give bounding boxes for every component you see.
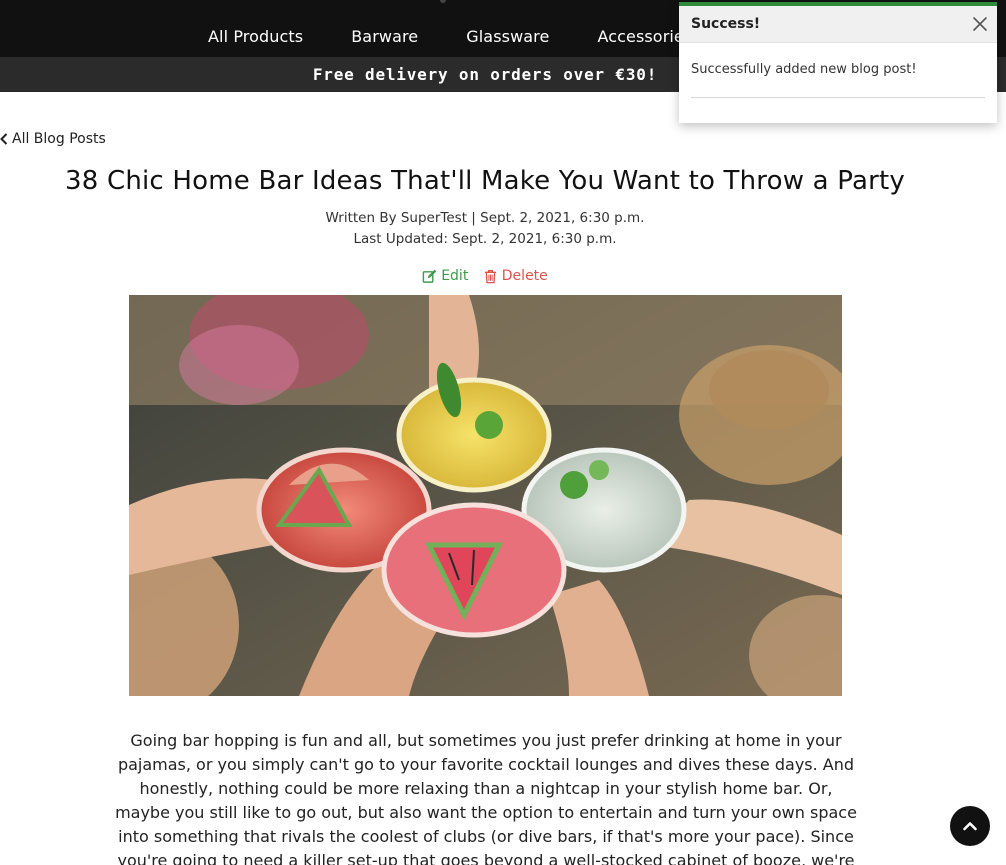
scroll-to-top-button[interactable]	[950, 806, 990, 846]
trash-icon	[484, 269, 496, 283]
post-title: 38 Chic Home Bar Ideas That'll Make You …	[65, 166, 905, 196]
toast-divider	[691, 97, 985, 98]
logo-fragment	[440, 0, 446, 3]
success-toast: Success! Successfully added new blog pos…	[679, 2, 997, 123]
edit-icon	[422, 269, 437, 283]
nav-item-accessories[interactable]: Accessorie	[597, 27, 683, 46]
delete-label: Delete	[501, 268, 548, 284]
cocktails-illustration	[129, 295, 842, 696]
post-hero-image	[129, 295, 842, 696]
all-blog-posts-link[interactable]: All Blog Posts	[0, 131, 106, 147]
post-last-updated: Last Updated: Sept. 2, 2021, 6:30 p.m.	[353, 231, 617, 247]
nav-item-barware[interactable]: Barware	[351, 27, 418, 46]
toast-header: Success!	[679, 6, 997, 43]
nav-menu: All Products Barware Glassware Accessori…	[208, 27, 732, 46]
toast-message: Successfully added new blog post!	[691, 62, 917, 77]
nav-item-all-products[interactable]: All Products	[208, 27, 303, 46]
edit-label: Edit	[441, 268, 469, 284]
post-actions: Edit Delete	[0, 268, 970, 288]
edit-button[interactable]: Edit	[422, 268, 468, 284]
back-link-label: All Blog Posts	[12, 131, 106, 147]
toast-title: Success!	[691, 16, 761, 32]
post-author-date: Written By SuperTest | Sept. 2, 2021, 6:…	[325, 210, 645, 226]
post-body: Going bar hopping is fun and all, but so…	[115, 731, 857, 865]
close-icon[interactable]	[971, 15, 989, 33]
nav-item-glassware[interactable]: Glassware	[466, 27, 549, 46]
delete-button[interactable]: Delete	[483, 268, 548, 284]
chevron-left-icon	[0, 133, 8, 145]
chevron-up-icon	[963, 822, 977, 831]
